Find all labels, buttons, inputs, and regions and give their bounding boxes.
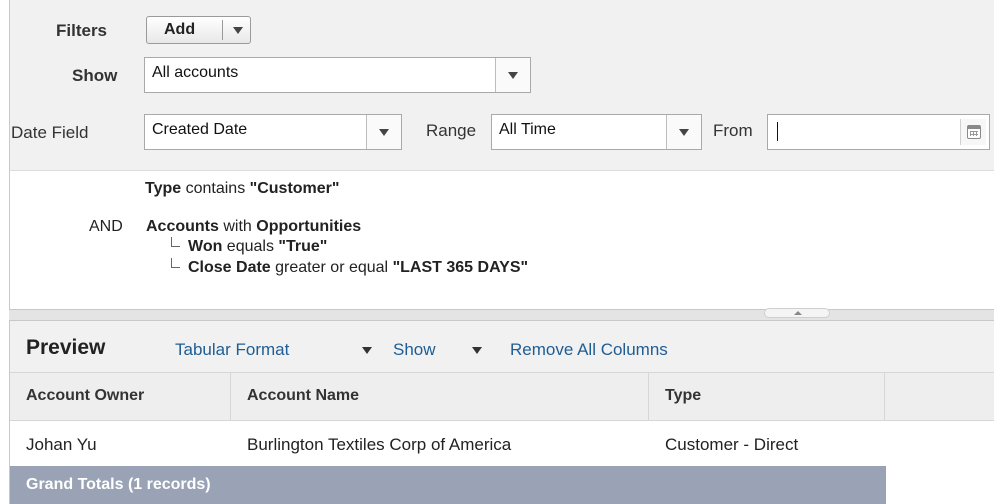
subfilter-field: Close Date xyxy=(188,259,271,276)
tree-branch-icon xyxy=(171,258,180,268)
column-header-label: Account Owner xyxy=(26,387,145,404)
cell-account-name: Burlington Textiles Corp of America xyxy=(247,435,512,454)
from-label: From xyxy=(713,121,753,140)
tree-branch-icon xyxy=(171,237,180,247)
remove-all-columns-link[interactable]: Remove All Columns xyxy=(510,340,668,360)
subfilter-operator: greater or equal xyxy=(270,259,393,276)
column-header-account-name[interactable]: Account Name xyxy=(231,373,649,420)
chevron-down-icon xyxy=(679,129,689,136)
show-dropdown-button[interactable] xyxy=(495,58,530,92)
tabular-format-menu[interactable]: Tabular Format xyxy=(175,340,289,360)
show-label: Show xyxy=(72,66,118,85)
cell-type: Customer - Direct xyxy=(665,435,799,454)
add-button-separator xyxy=(222,20,223,40)
column-header-account-owner[interactable]: Account Owner xyxy=(10,373,231,420)
filter-cross-operator: with xyxy=(218,218,257,235)
date-field-dropdown-button[interactable] xyxy=(366,115,401,149)
filter-line-type[interactable]: Type contains "Customer" xyxy=(145,180,340,198)
grand-totals-row: Grand Totals (1 records) xyxy=(10,466,886,504)
chevron-down-icon xyxy=(379,129,389,136)
chevron-down-icon[interactable] xyxy=(233,27,243,34)
filter-logic-panel: Type contains "Customer" AND Accounts wi… xyxy=(9,170,994,309)
filter-operator: contains xyxy=(181,180,250,197)
text-caret xyxy=(777,122,778,141)
add-button-label: Add xyxy=(164,21,196,38)
cell-account-owner: Johan Yu xyxy=(26,435,97,454)
date-field-label: Date Field xyxy=(11,123,89,142)
calendar-icon-body xyxy=(967,125,981,139)
show-menu[interactable]: Show xyxy=(393,340,436,360)
subfilter-operator: equals xyxy=(222,238,279,255)
show-select-value: All accounts xyxy=(152,64,239,81)
add-filter-button[interactable]: Add xyxy=(146,16,251,44)
filters-panel: Filters Add Show All accounts Date Field… xyxy=(9,0,994,170)
column-header-type[interactable]: Type xyxy=(649,373,885,420)
calendar-icon-grid xyxy=(970,131,978,136)
subfilter-value: "True" xyxy=(278,238,328,255)
preview-table: Account Owner Account Name Type Johan Yu… xyxy=(9,372,994,504)
splitter-up-icon xyxy=(794,311,802,315)
filter-related-object: Opportunities xyxy=(256,218,362,235)
panel-splitter[interactable] xyxy=(9,308,994,321)
date-field-select[interactable]: Created Date xyxy=(144,114,402,150)
subfilter-line-won[interactable]: Won equals "True" xyxy=(188,238,327,256)
filter-value: "Customer" xyxy=(249,180,340,197)
chevron-down-icon[interactable] xyxy=(362,347,372,354)
subfilter-field: Won xyxy=(188,238,223,255)
subfilter-value: "LAST 365 DAYS" xyxy=(392,259,529,276)
chevron-down-icon[interactable] xyxy=(472,347,482,354)
calendar-icon[interactable] xyxy=(960,119,986,145)
chevron-down-icon xyxy=(508,72,518,79)
preview-bar: Preview Tabular Format Show Remove All C… xyxy=(9,321,994,372)
column-header-label: Type xyxy=(665,387,702,404)
filters-label: Filters xyxy=(56,21,108,40)
column-header-label: Account Name xyxy=(247,387,360,404)
date-field-value: Created Date xyxy=(152,121,248,138)
calendar-icon-header xyxy=(968,126,980,129)
and-operator: AND xyxy=(89,218,123,235)
range-dropdown-button[interactable] xyxy=(666,115,701,149)
filter-field: Type xyxy=(145,180,182,197)
grand-totals-label: Grand Totals (1 records) xyxy=(26,476,211,493)
range-label: Range xyxy=(426,121,477,140)
show-select[interactable]: All accounts xyxy=(144,57,531,93)
subfilter-line-close-date[interactable]: Close Date greater or equal "LAST 365 DA… xyxy=(188,259,528,277)
splitter-handle[interactable] xyxy=(764,308,830,318)
range-select[interactable]: All Time xyxy=(491,114,702,150)
table-header: Account Owner Account Name Type xyxy=(10,372,994,421)
from-date-input[interactable] xyxy=(767,114,990,150)
preview-title: Preview xyxy=(26,336,106,359)
range-value: All Time xyxy=(499,121,556,138)
filter-object: Accounts xyxy=(146,218,219,235)
filter-line-cross[interactable]: Accounts with Opportunities xyxy=(146,218,361,236)
table-row: Johan Yu Burlington Textiles Corp of Ame… xyxy=(10,421,994,466)
